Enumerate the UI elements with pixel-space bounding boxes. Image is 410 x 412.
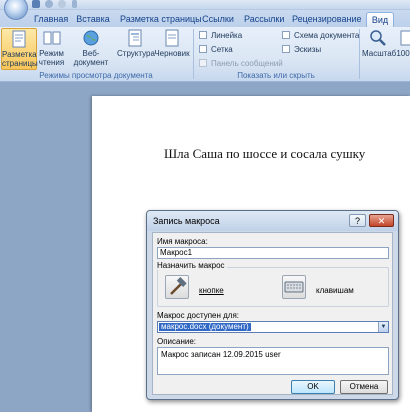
tab-page-layout[interactable]: Разметка страницы (120, 12, 202, 27)
views-group-label: Режимы просмотра документа (39, 71, 153, 80)
description-label: Описание: (157, 337, 197, 346)
group-separator (359, 29, 360, 79)
outline-label: Структура (117, 49, 155, 58)
zoom-100-button[interactable]: 100 (396, 28, 410, 70)
message-bar-checkbox-box (199, 59, 207, 67)
reading-mode-icon (43, 31, 60, 45)
dropdown-arrow-icon[interactable]: ▼ (378, 322, 388, 332)
dialog-title: Запись макроса (153, 216, 220, 226)
dialog-body: Имя макроса: Макрос1 Назначить макрос кн… (152, 232, 393, 395)
document-map-checkbox[interactable]: Схема документа (282, 30, 359, 41)
tab-review[interactable]: Рецензирование (292, 12, 362, 27)
ok-button[interactable]: OK (291, 380, 335, 394)
store-macro-value: макрос.docx (документ) (159, 322, 251, 331)
assign-macro-label: Назначить макрос (157, 261, 227, 270)
record-macro-dialog: Запись макроса ? ✕ Имя макроса: Макрос1 … (146, 210, 399, 400)
zoom-button[interactable]: Масштаб (362, 28, 397, 70)
draft-button[interactable]: Черновик (154, 28, 190, 70)
macro-name-label: Имя макроса: (157, 237, 208, 246)
thumbnails-checkbox[interactable]: Эскизы (282, 44, 321, 55)
thumbnails-checkbox-box[interactable] (282, 45, 290, 53)
draft-label: Черновик (154, 49, 190, 58)
quick-access-toolbar (0, 0, 410, 10)
document-map-checkbox-box[interactable] (282, 31, 290, 39)
tab-mailings[interactable]: Рассылки (244, 12, 284, 27)
macro-name-input[interactable]: Макрос1 (157, 247, 389, 259)
store-macro-label: Макрос доступен для: (157, 311, 240, 320)
document-map-label: Схема документа (294, 31, 360, 40)
document-text[interactable]: Шла Саша по шоссе и сосала сушку (164, 146, 365, 162)
outline-icon (128, 29, 142, 47)
zoom-label: Масштаб (362, 49, 397, 58)
ribbon-tabs: Главная Вставка Разметка страницы Ссылки… (0, 10, 410, 27)
draft-icon (165, 29, 179, 47)
dialog-titlebar[interactable]: Запись макроса ? ✕ (147, 211, 398, 231)
show-group-label: Показать или скрыть (237, 71, 315, 80)
ruler-label: Линейка (211, 31, 243, 40)
zoom-100-label: 100 (396, 49, 410, 58)
web-layout-label: Веб-документ (73, 49, 109, 67)
reading-mode-button[interactable]: Режим чтения (38, 28, 65, 70)
assign-macro-group (157, 267, 389, 307)
print-layout-button[interactable]: Разметка страницы (1, 28, 38, 70)
cancel-button[interactable]: Отмена (340, 380, 388, 394)
message-bar-checkbox: Панель сообщений (199, 58, 283, 69)
assign-to-button-label: кнопке (199, 286, 224, 295)
customize-toolbar-icon[interactable] (72, 0, 77, 8)
ruler-checkbox[interactable]: Линейка (199, 30, 242, 41)
outline-button[interactable]: Структура (117, 28, 155, 70)
magnifier-icon (370, 30, 386, 46)
assign-to-keyboard-label: клавишам (316, 286, 354, 295)
thumbnails-label: Эскизы (294, 45, 322, 54)
reading-mode-label-2: чтения (38, 58, 65, 67)
gridlines-label: Сетка (211, 45, 233, 54)
redo-icon[interactable] (58, 0, 66, 8)
save-icon[interactable] (32, 0, 40, 8)
assign-to-keyboard-button[interactable] (282, 275, 306, 299)
close-button[interactable]: ✕ (369, 214, 394, 227)
assign-to-button-button[interactable] (165, 275, 189, 299)
print-layout-label-1: Разметка (2, 50, 37, 59)
gridlines-checkbox[interactable]: Сетка (199, 44, 233, 55)
help-button[interactable]: ? (349, 214, 366, 227)
description-textarea[interactable]: Макрос записан 12.09.2015 user (157, 347, 389, 375)
ruler-checkbox-box[interactable] (199, 31, 207, 39)
web-layout-button[interactable]: Веб-документ (66, 28, 116, 70)
reading-mode-label-1: Режим (39, 49, 64, 58)
store-macro-select[interactable]: макрос.docx (документ) ▼ (157, 321, 389, 333)
print-layout-label-2: страницы (2, 59, 38, 68)
undo-icon[interactable] (45, 0, 53, 8)
keyboard-icon (284, 281, 304, 293)
tab-view[interactable]: Вид (366, 12, 394, 27)
ribbon-view: Разметка страницы Режим чтения Веб-докум… (0, 27, 410, 82)
tab-insert[interactable]: Вставка (75, 12, 111, 27)
hammer-icon (170, 277, 187, 295)
tab-references[interactable]: Ссылки (202, 12, 234, 27)
gridlines-checkbox-box[interactable] (199, 45, 207, 53)
print-layout-icon (12, 30, 26, 48)
zoom-100-icon (400, 30, 410, 46)
tab-home[interactable]: Главная (34, 12, 68, 27)
message-bar-label: Панель сообщений (211, 59, 283, 68)
globe-icon (83, 30, 99, 46)
